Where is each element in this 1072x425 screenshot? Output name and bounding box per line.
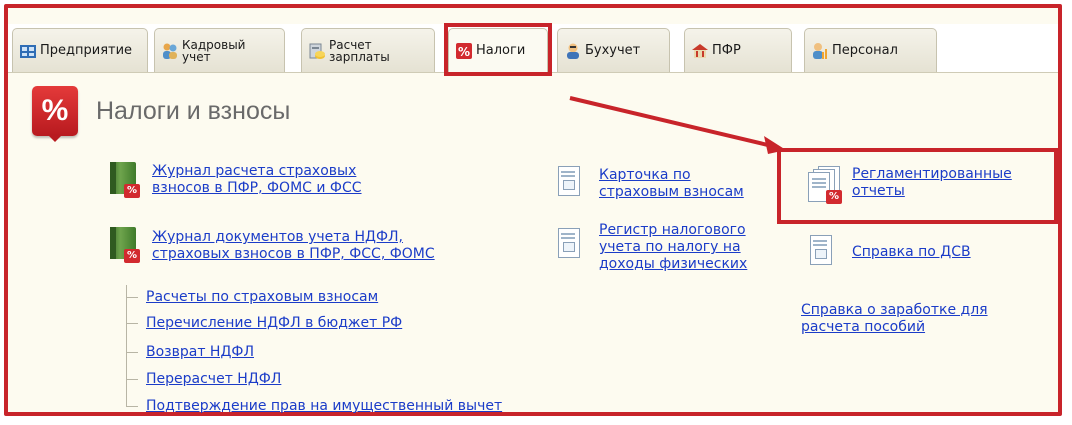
journal-insurance-link[interactable]: Журнал расчета страховых взносов в ПФР, …	[152, 163, 362, 197]
salary-icon	[308, 42, 326, 60]
regulated-reports-link[interactable]: Регламентированные отчеты	[852, 166, 1012, 200]
ndfl-transfer-link[interactable]: Перечисление НДФЛ в бюджет РФ	[146, 315, 402, 332]
tab-salary-label: Расчет зарплаты	[329, 37, 390, 64]
ndfl-refund-link[interactable]: Возврат НДФЛ	[146, 344, 254, 361]
tree-branch	[126, 297, 138, 298]
insurance-calc-link[interactable]: Расчеты по страховым взносам	[146, 289, 378, 306]
tab-hr-label: Кадровый учет	[182, 37, 246, 64]
taxes-section-icon-tail	[47, 134, 63, 142]
tree-line	[126, 285, 127, 407]
document-icon	[808, 235, 836, 269]
journal-ndfl-icon: %	[106, 225, 144, 265]
enterprise-icon	[19, 42, 37, 60]
tab-hr[interactable]: Кадровый учет	[154, 28, 285, 72]
journal-insurance-icon: %	[106, 160, 144, 200]
tree-branch	[126, 406, 138, 407]
percent-icon: %	[455, 42, 473, 60]
document-icon	[556, 166, 584, 200]
tab-enterprise[interactable]: Предприятие	[12, 28, 148, 72]
tab-salary[interactable]: Расчет зарплаты	[301, 28, 435, 72]
insurance-card-link[interactable]: Карточка по страховым взносам	[599, 167, 744, 201]
tree-branch	[126, 323, 138, 324]
earnings-certificate-link[interactable]: Справка о заработке для расчета пособий	[801, 302, 988, 336]
journal-ndfl-link[interactable]: Журнал документов учета НДФЛ, страховых …	[152, 229, 435, 263]
pointer-arrow	[569, 96, 786, 154]
pfr-icon	[691, 42, 709, 60]
svg-text:%: %	[458, 45, 470, 59]
tab-enterprise-label: Предприятие	[40, 43, 133, 58]
tab-personnel[interactable]: Персонал	[804, 28, 937, 72]
regulated-reports-icon: %	[808, 166, 848, 206]
tab-taxes[interactable]: % Налоги	[448, 28, 548, 72]
tab-bar-baseline	[8, 72, 1058, 73]
document-icon	[556, 228, 584, 262]
page-title: Налоги и взносы	[96, 97, 291, 125]
dsv-certificate-link[interactable]: Справка по ДСВ	[852, 244, 971, 261]
property-deduction-link[interactable]: Подтверждение прав на имущественный выче…	[146, 398, 502, 415]
people-icon	[161, 42, 179, 60]
tree-branch	[126, 352, 138, 353]
tab-accounting[interactable]: Бухучет	[557, 28, 670, 72]
tab-accounting-label: Бухучет	[585, 43, 641, 58]
taxes-section-icon: %	[32, 86, 78, 136]
ndfl-recalc-link[interactable]: Перерасчет НДФЛ	[146, 371, 281, 388]
tab-personnel-label: Персонал	[832, 43, 898, 58]
accountant-icon	[564, 42, 582, 60]
tax-register-link[interactable]: Регистр налогового учета по налогу на до…	[599, 222, 747, 273]
tab-pfr-label: ПФР	[712, 43, 741, 58]
tree-branch	[126, 379, 138, 380]
tab-taxes-label: Налоги	[476, 43, 526, 58]
personnel-icon	[811, 42, 829, 60]
tab-pfr[interactable]: ПФР	[684, 28, 792, 72]
